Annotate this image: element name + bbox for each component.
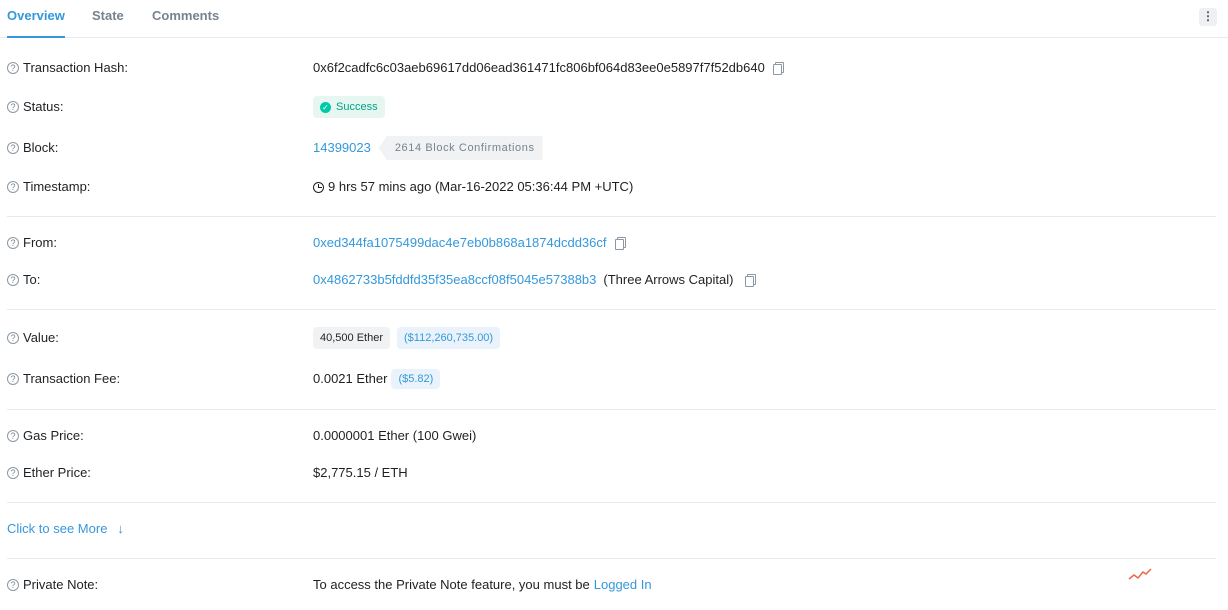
transaction-fee-label: Transaction Fee: [23,371,121,386]
value-ether-badge: 40,500 Ether [313,327,390,349]
tab-bar: Overview State Comments ⋮ [0,0,1228,38]
gas-price-value: 0.0000001 Ether (100 Gwei) [313,428,477,443]
arrow-down-icon: ↓ [117,521,124,536]
value-row: ? Value: 40,500 Ether ($112,260,735.00) [0,327,1228,349]
divider [7,216,1216,217]
help-icon[interactable]: ? [7,181,19,193]
help-icon[interactable]: ? [7,430,19,442]
from-row: ? From: 0xed344fa1075499dac4e7eb0b868a187… [0,233,1228,253]
clock-icon [313,181,324,193]
kebab-menu-icon[interactable]: ⋮ [1199,8,1217,26]
copy-icon[interactable] [772,62,784,75]
value-label: Value: [23,330,59,345]
ether-price-row: ? Ether Price: $2,775.15 / ETH [0,463,1228,483]
private-note-text: To access the Private Note feature, you … [313,577,590,592]
status-row: ? Status: ✓ Success [0,96,1228,118]
check-circle-icon: ✓ [320,101,331,113]
divider [7,409,1216,410]
help-icon[interactable]: ? [7,237,19,249]
see-more-label: Click to see More [7,521,108,536]
transaction-hash-row: ? Transaction Hash: 0x6f2cadfc6c03aeb6961… [0,58,1228,78]
timestamp-label: Timestamp: [23,179,91,194]
divider [7,502,1216,503]
help-icon[interactable]: ? [7,332,19,344]
to-row: ? To: 0x4862733b5fddfd35f35ea8ccf08f5045e… [0,270,1228,290]
from-label: From: [23,235,57,250]
help-icon[interactable]: ? [7,142,19,154]
to-address-link[interactable]: 0x4862733b5fddfd35f35ea8ccf08f5045e57388… [313,270,596,290]
private-note-row: ? Private Note: To access the Private Not… [0,575,1228,595]
divider [7,309,1216,310]
help-icon[interactable]: ? [7,274,19,286]
divider [7,558,1216,559]
copy-icon[interactable] [745,274,757,287]
see-more-link[interactable]: Click to see More ↓ [7,519,124,539]
transaction-fee-usd-badge: ($5.82) [391,369,441,389]
transaction-fee-row: ? Transaction Fee: 0.0021 Ether ($5.82) [0,369,1228,389]
help-icon[interactable]: ? [7,373,19,385]
to-name-tag: (Three Arrows Capital) [603,272,734,287]
block-confirmations-badge: 2614 Block Confirmations [378,136,543,160]
gas-price-row: ? Gas Price: 0.0000001 Ether (100 Gwei) [0,426,1228,446]
help-icon[interactable]: ? [7,62,19,74]
ether-price-value: $2,775.15 / ETH [313,465,408,480]
tab-state[interactable]: State [92,0,124,38]
block-label: Block: [23,140,59,155]
ether-price-label: Ether Price: [23,465,91,480]
help-icon[interactable]: ? [7,101,19,113]
status-value: Success [336,101,378,113]
help-icon[interactable]: ? [7,579,19,591]
timestamp-value: 9 hrs 57 mins ago (Mar-16-2022 05:36:44 … [328,179,634,194]
to-label: To: [23,272,41,287]
transaction-hash-value: 0x6f2cadfc6c03aeb69617dd06ead361471fc806… [313,60,765,75]
timestamp-row: ? Timestamp: 9 hrs 57 mins ago (Mar-16-20… [0,177,1228,197]
tab-overview[interactable]: Overview [7,0,65,38]
block-number-link[interactable]: 14399023 [313,138,371,158]
trend-line-icon [1128,568,1152,580]
value-usd-badge: ($112,260,735.00) [397,327,501,349]
logged-in-link[interactable]: Logged In [594,575,652,595]
help-icon[interactable]: ? [7,467,19,479]
tab-comments[interactable]: Comments [152,0,219,38]
from-address-link[interactable]: 0xed344fa1075499dac4e7eb0b868a1874dcdd36… [313,233,607,253]
copy-icon[interactable] [614,237,626,250]
status-badge: ✓ Success [313,96,385,118]
status-label: Status: [23,99,64,114]
transaction-hash-label: Transaction Hash: [23,60,129,75]
gas-price-label: Gas Price: [23,428,84,443]
block-row: ? Block: 14399023 2614 Block Confirmation… [0,136,1228,160]
transaction-fee-ether: 0.0021 Ether [313,371,388,386]
private-note-label: Private Note: [23,577,99,592]
